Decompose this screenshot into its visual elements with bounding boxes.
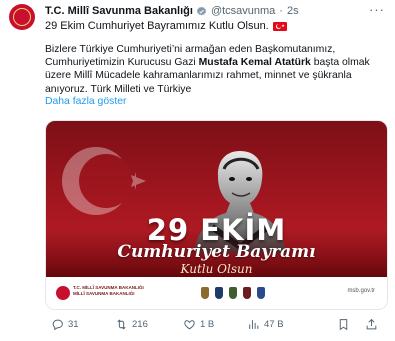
ministry-seal-icon bbox=[56, 286, 70, 300]
reply-button[interactable]: 31 bbox=[51, 318, 79, 331]
avatar[interactable] bbox=[9, 4, 35, 30]
like-button[interactable]: 1 B bbox=[183, 318, 214, 331]
force-emblems bbox=[201, 287, 265, 299]
repost-button[interactable]: 216 bbox=[115, 318, 148, 331]
image-subtitle: Kutlu Olsun bbox=[180, 262, 253, 276]
views-count: 47 B bbox=[264, 319, 284, 330]
post-header: T.C. Millî Savunma Bakanlığı @tcsavunma … bbox=[45, 4, 299, 18]
more-icon[interactable]: ··· bbox=[369, 2, 385, 17]
share-icon bbox=[366, 318, 377, 330]
image-title-text: Cumhuriyet Bayramı bbox=[117, 242, 316, 262]
bookmark-button[interactable] bbox=[337, 318, 350, 331]
post-headline: 29 Ekim Cumhuriyet Bayramımız Kutlu Olsu… bbox=[45, 20, 287, 32]
show-more-link[interactable]: Daha fazla göster bbox=[45, 96, 126, 107]
author-name[interactable]: T.C. Millî Savunma Bakanlığı bbox=[45, 5, 193, 17]
share-button[interactable] bbox=[365, 318, 378, 331]
like-icon bbox=[184, 320, 195, 330]
turkish-flag-emoji: ★ bbox=[272, 21, 287, 31]
action-bar: 31 216 1 B 47 B bbox=[45, 318, 390, 336]
views-icon bbox=[249, 320, 259, 329]
repost-count: 216 bbox=[132, 319, 148, 330]
like-count: 1 B bbox=[200, 319, 215, 330]
body-line: üzere Millî Mücadele kahramanlarımızı ra… bbox=[45, 70, 352, 82]
headline-text: 29 Ekim Cumhuriyet Bayramımız Kutlu Olsu… bbox=[45, 20, 269, 32]
bold-name: Mustafa Kemal Atatürk bbox=[198, 57, 311, 69]
site-url: msb.gov.tr bbox=[347, 288, 375, 294]
post-body: Bizlere Türkiye Cumhuriyeti’ni armağan e… bbox=[45, 43, 385, 96]
repost-icon bbox=[117, 319, 126, 330]
reply-icon bbox=[52, 319, 63, 331]
reply-count: 31 bbox=[68, 319, 79, 330]
separator: · bbox=[279, 5, 283, 17]
image-footer: T.C. MİLLÎ SAVUNMA BAKANLIĞI MİLLÎ SAVUN… bbox=[46, 277, 387, 309]
bookmark-icon bbox=[339, 319, 348, 331]
views-button[interactable]: 47 B bbox=[247, 318, 284, 331]
author-handle[interactable]: @tcsavunma bbox=[211, 5, 275, 17]
post-time[interactable]: 2s bbox=[287, 5, 299, 17]
verified-badge-icon bbox=[196, 6, 206, 15]
body-line: Bizlere Türkiye Cumhuriyeti’ni armağan e… bbox=[45, 44, 336, 55]
ministry-logo-text: T.C. MİLLÎ SAVUNMA BAKANLIĞI MİLLÎ SAVUN… bbox=[73, 285, 144, 296]
post-image[interactable]: 29 EKİM Cumhuriyet Bayramı Kutlu Olsun T… bbox=[45, 120, 388, 310]
body-line: Cumhuriyetimizin Kurucusu Gazi Mustafa K… bbox=[45, 57, 370, 69]
body-line: anıyoruz. Türk Milleti ve Türkiye bbox=[45, 83, 192, 95]
